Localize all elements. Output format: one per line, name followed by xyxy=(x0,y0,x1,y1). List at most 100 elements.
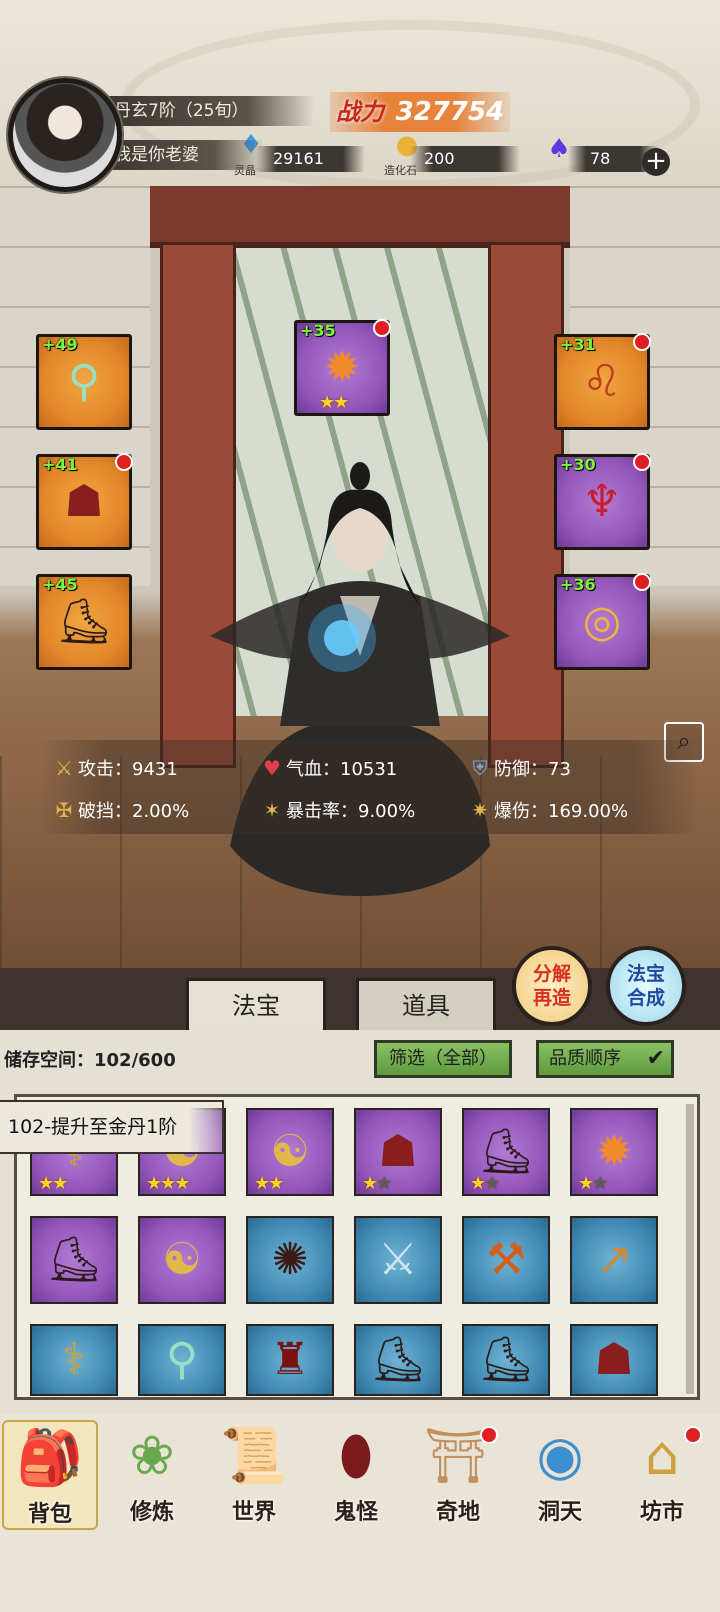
nav-label: 世界 xyxy=(231,1500,276,1525)
egg-stone-value: 200 xyxy=(424,149,455,168)
staff-icon: ⚕ xyxy=(62,1334,86,1385)
nav-item[interactable]: ⬮ 鬼怪 xyxy=(308,1420,404,1530)
equip-slot-armor[interactable]: ☗ +41 xyxy=(36,453,133,550)
stat-crit-damage: ✷ 爆伤：169.00% xyxy=(466,790,628,830)
nav-item[interactable]: ❀ 修炼 xyxy=(104,1420,200,1530)
nav-item[interactable]: ⛩ 奇地 xyxy=(410,1420,506,1530)
equip-slot-boots[interactable]: ⛸ +45 xyxy=(36,574,132,670)
synthesize-label-top: 法宝 xyxy=(626,963,665,985)
nav-label: 背包 xyxy=(27,1502,72,1527)
flame-value: 78 xyxy=(590,149,611,168)
star-rating: ★★ xyxy=(319,392,349,413)
shield-icon: ⛨ xyxy=(472,756,488,780)
inventory-item[interactable]: ✺ xyxy=(246,1216,334,1304)
add-resource-button[interactable]: + xyxy=(642,148,670,176)
nav-item[interactable]: 📜 世界 xyxy=(206,1420,302,1530)
spear-icon: ↗ xyxy=(595,1234,633,1285)
armor-icon: ☗ xyxy=(64,476,104,527)
decompose-label-bottom: 再造 xyxy=(532,987,571,1009)
nav-item[interactable]: 🎒 背包 xyxy=(2,1420,98,1530)
combat-power-value: 327754 xyxy=(395,97,505,127)
demon-egg-icon: ⬮ xyxy=(339,1424,373,1487)
inventory-item[interactable]: ☗ xyxy=(570,1324,658,1396)
orb-emblem-icon: ✹ xyxy=(323,342,361,393)
amulet-icon: ♆ xyxy=(582,476,622,527)
equip-slot-emblem[interactable]: ✹ +35 ★★ xyxy=(294,319,391,416)
synthesize-button[interactable]: 法宝 合成 xyxy=(606,946,686,1026)
notification-dot xyxy=(633,453,651,471)
inventory-item[interactable]: ☯ xyxy=(138,1216,226,1304)
ring-icon: ◎ xyxy=(582,596,622,647)
chevron-down-icon: ✔ xyxy=(646,1046,665,1071)
crystal-value: 29161 xyxy=(273,149,324,168)
dragon-icon: ☯ xyxy=(162,1234,202,1285)
stat-break: ✠ 破挡：2.00% xyxy=(50,790,190,830)
inventory-scrollbar[interactable] xyxy=(686,1104,694,1394)
boots-icon: ⛸ xyxy=(46,1234,102,1285)
tab-label: 法宝 xyxy=(232,992,280,1020)
equip-slot-ring[interactable]: ◎ +36 xyxy=(554,573,651,670)
inventory-item[interactable]: ⛸ ★★ xyxy=(462,1108,550,1196)
decompose-button[interactable]: 分解 再造 xyxy=(512,946,592,1026)
star-rating: ★★★ xyxy=(146,1173,190,1194)
nav-label: 坊市 xyxy=(639,1500,684,1525)
storage-capacity: 储存空间：102/600 xyxy=(4,1050,176,1071)
inventory-item[interactable]: ⛸ xyxy=(462,1324,550,1396)
sort-dropdown[interactable]: 品质顺序 ✔ xyxy=(536,1040,674,1078)
wheel-icon: ✺ xyxy=(271,1234,309,1285)
player-title-bar: 我是你老婆 xyxy=(98,140,264,170)
inventory-item[interactable]: ⛸ xyxy=(354,1324,442,1396)
equip-slot-amulet[interactable]: ♆ +30 xyxy=(554,453,651,550)
boots-icon: ⛸ xyxy=(478,1334,534,1385)
robe-icon: ♜ xyxy=(270,1334,310,1385)
nav-label: 鬼怪 xyxy=(333,1500,378,1525)
inventory-item[interactable]: ☗ ★★ xyxy=(354,1108,442,1196)
sort-label: 品质顺序 xyxy=(549,1048,621,1069)
equip-level: +36 xyxy=(560,575,596,594)
inventory-item[interactable]: ✹ ★★ xyxy=(570,1108,658,1196)
mirror-icon: ⚲ xyxy=(165,1334,199,1385)
equip-slot-lion[interactable]: ♌ +31 xyxy=(554,333,651,430)
heart-icon: ♥ xyxy=(263,756,281,780)
star-rating: ★★ xyxy=(362,1173,392,1194)
notification-dot xyxy=(115,453,133,471)
equip-level: +49 xyxy=(42,335,78,354)
nav-item[interactable]: ◉ 洞天 xyxy=(512,1420,608,1530)
plus-icon: + xyxy=(645,146,667,176)
crystal-count: 29161 xyxy=(255,146,365,172)
boots-icon: ⛸ xyxy=(478,1126,534,1177)
broken-shield-icon: ✠ xyxy=(55,798,73,822)
inventory-item[interactable]: ⚲ xyxy=(138,1324,226,1396)
filter-button[interactable]: 筛选（全部） xyxy=(374,1040,512,1078)
star-rating: ★★ xyxy=(254,1173,284,1194)
inventory-item[interactable]: ⚕ xyxy=(30,1324,118,1396)
equip-level: +30 xyxy=(560,455,596,474)
inventory-item[interactable]: ⚔ xyxy=(354,1216,442,1304)
tab-treasure[interactable]: 法宝 xyxy=(186,978,326,1034)
meditating-character xyxy=(210,462,510,896)
inventory-item[interactable]: ⚒ xyxy=(462,1216,550,1304)
star-rating: ★★ xyxy=(470,1173,500,1194)
upgrade-tip[interactable]: 102-提升至金丹1阶 xyxy=(0,1100,224,1154)
inventory-item[interactable]: ☯ ★★ xyxy=(246,1108,334,1196)
upgrade-tip-text: 102-提升至金丹1阶 xyxy=(8,1116,178,1138)
synthesize-label-bottom: 合成 xyxy=(626,987,665,1009)
inventory-item[interactable]: ⛸ xyxy=(30,1216,118,1304)
player-title: 我是你老婆 xyxy=(114,145,199,165)
player-avatar[interactable] xyxy=(8,78,122,192)
equip-level: +35 xyxy=(300,321,336,340)
equip-slot-mirror[interactable]: ⚲ +49 xyxy=(36,334,132,430)
crit-icon: ✶ xyxy=(263,798,281,822)
nav-label: 奇地 xyxy=(435,1500,480,1525)
inventory-item[interactable]: ♜ xyxy=(246,1324,334,1396)
notification-dot xyxy=(633,573,651,591)
player-name: 丹玄7阶（25旬） xyxy=(114,101,249,121)
combat-power-label: 战力 xyxy=(336,98,384,126)
nav-item[interactable]: ⌂ 坊市 xyxy=(614,1420,710,1530)
boots-icon: ⛸ xyxy=(56,596,112,647)
armor-icon: ☗ xyxy=(378,1126,418,1177)
inventory-item[interactable]: ↗ xyxy=(570,1216,658,1304)
star-rating: ★★ xyxy=(38,1173,68,1194)
tab-items[interactable]: 道具 xyxy=(356,978,496,1034)
boots-icon: ⛸ xyxy=(370,1334,426,1385)
